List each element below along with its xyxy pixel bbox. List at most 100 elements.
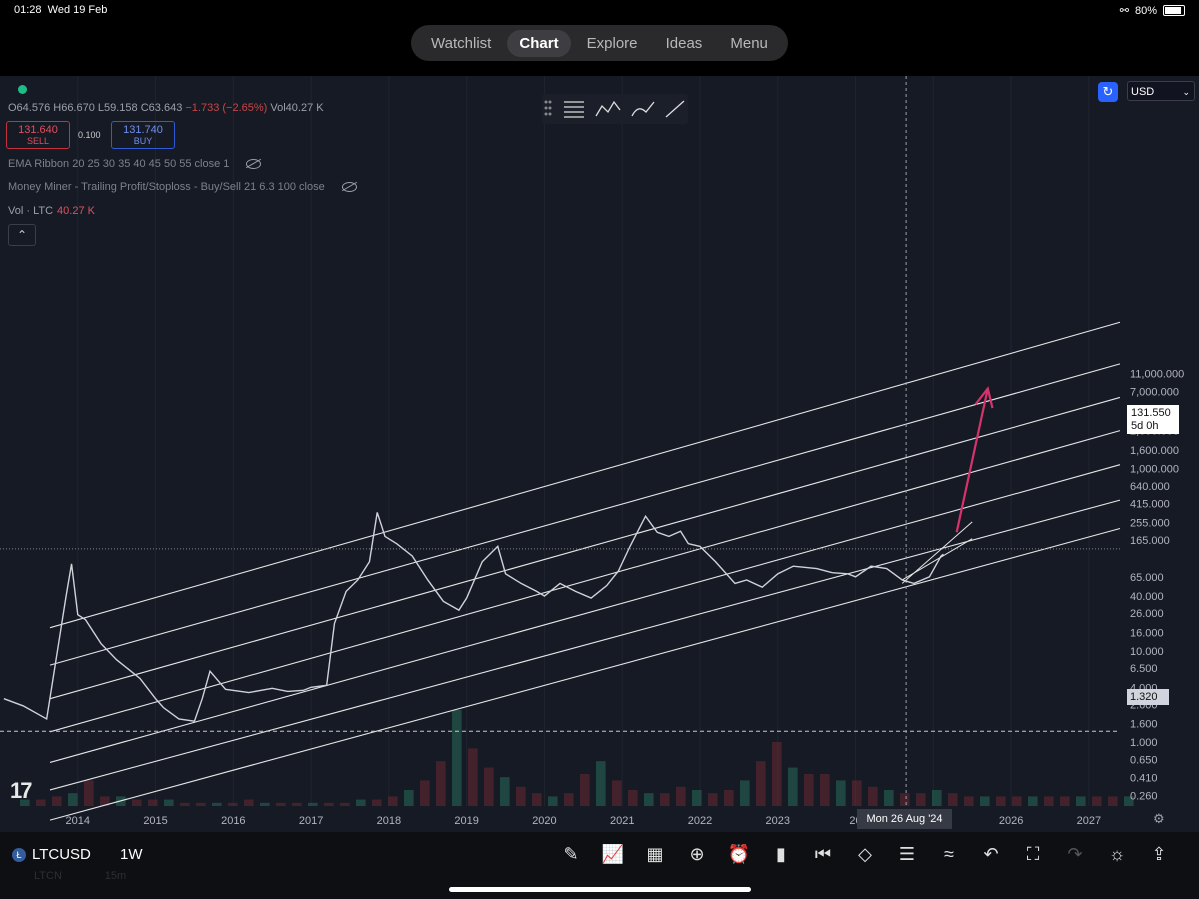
volume-bar [948,793,958,806]
collapse-legend-button[interactable]: ⌃ [8,224,36,246]
volume-bar [884,790,894,806]
chart-icon[interactable]: 📈 [592,841,634,867]
fullscreen-icon[interactable]: ⛶ [1012,841,1054,867]
bottom-toolbar: Ł LTCUSD 1W LTCN 15m ✎ 📈 ▦ ⊕ ⏰ ▮ ⏮ ◇ ☰ ≈… [0,832,1199,899]
drag-handle-icon[interactable] [544,100,552,116]
buy-button[interactable]: 131.740 BUY [111,121,175,149]
symbol-selector[interactable]: Ł LTCUSD [12,846,91,863]
chart-settings-icon[interactable]: ⚙ [1153,811,1165,827]
y-tick-label: 10.000 [1130,646,1164,658]
candles-icon[interactable]: ▮ [760,841,802,867]
bulb-icon[interactable]: ☼ [1096,841,1138,867]
drawing-tools-svg [544,100,685,118]
horizontal-line-label: 1.320 [1127,689,1169,705]
elliott-wave-icon[interactable] [595,100,621,117]
grid-icon[interactable]: ▦ [634,841,676,867]
volume-bar [564,793,574,806]
status-right: ⚯ 80% [1120,4,1185,17]
replay-icon[interactable]: ⏮ [802,841,844,867]
status-time-date: 01:28 Wed 19 Feb [14,4,108,16]
x-tick-label: 2014 [66,815,90,827]
market-status-dot [18,85,27,94]
nav-explore[interactable]: Explore [575,30,650,57]
volume-bar [916,793,926,806]
y-tick-label: 640.000 [1130,481,1170,493]
y-tick-label: 165.000 [1130,535,1170,547]
volume-bar [900,793,910,806]
channel-line [49,321,1121,629]
volume-bar [228,802,238,806]
volume-bar [372,799,382,806]
target-arrow [955,388,989,533]
tool-icons: ✎ 📈 ▦ ⊕ ⏰ ▮ ⏮ ◇ ☰ ≈ ↶ ⛶ ↷ ☼ ⇪ [550,841,1180,867]
y-tick-label: 0.650 [1130,754,1158,766]
volume-bar [356,799,366,806]
y-tick-label: 255.000 [1130,518,1170,530]
bar-countdown: 5d 0h [1131,420,1159,432]
ohlc-readout: O64.576 H66.670 L59.158 C63.643 −1.733 (… [8,102,324,114]
timeframe-selector[interactable]: 1W [120,846,143,863]
currency-select[interactable]: USD ⌄ [1127,81,1195,101]
volume-bar [68,793,78,806]
volume-bar [740,780,750,806]
volume-bar [468,748,478,806]
volume-bar [1012,796,1022,806]
indicator-money-miner[interactable]: Money Miner - Trailing Profit/Stoploss -… [8,181,357,193]
channel-line [49,396,1121,700]
volume-bar [980,796,990,806]
volume-bar [324,802,334,806]
sell-button[interactable]: 131.640 SELL [6,121,70,149]
eye-hidden-icon[interactable] [341,182,357,193]
nav-chart[interactable]: Chart [507,29,571,57]
volume-bar [36,799,46,806]
volume-bar [756,761,766,806]
buy-price: 131.740 [123,124,163,136]
nav-watchlist[interactable]: Watchlist [419,30,503,57]
volume-bar [196,802,206,806]
trend-line-icon[interactable] [665,100,685,118]
nav-ideas[interactable]: Ideas [654,30,715,57]
drawing-toolbar [542,94,688,124]
redo-icon[interactable]: ↷ [1054,841,1096,867]
pencil-icon[interactable]: ✎ [550,841,592,867]
x-tick-label: 2015 [143,815,167,827]
volume-bar [180,802,190,806]
x-tick-label: 2018 [377,815,401,827]
share-icon[interactable]: ⇪ [1138,841,1180,867]
y-tick-label: 1.000 [1130,737,1158,749]
layers-icon[interactable]: ◇ [844,841,886,867]
volume-bar [548,796,558,806]
volume-bar [452,710,462,806]
volume-bar [292,802,302,806]
trend-icon[interactable]: ≈ [928,841,970,867]
eye-hidden-icon[interactable] [246,159,262,170]
x-tick-label: 2021 [610,815,634,827]
tradingview-logo: 17 [10,778,33,803]
chart-area[interactable]: 11,000.0007,000.0004,200.0002,600.0001,6… [0,76,1199,832]
indicator-ema-ribbon[interactable]: EMA Ribbon 20 25 30 35 40 45 50 55 close… [8,158,262,170]
volume-bar [644,793,654,806]
volume-bar [260,802,270,806]
volume-bar [340,802,350,806]
y-tick-label: 65.000 [1130,572,1164,584]
nav-menu[interactable]: Menu [718,30,780,57]
volume-bar [580,774,590,806]
alarm-icon[interactable]: ⏰ [718,841,760,867]
channel-line [49,430,1121,733]
chevron-down-icon: ⌄ [1182,87,1190,97]
volume-bar [676,786,686,806]
plus-icon[interactable]: ⊕ [676,841,718,867]
price-line [3,512,944,722]
volume-bar [420,780,430,806]
undo-icon[interactable]: ↶ [970,841,1012,867]
volume-bar [708,793,718,806]
volume-legend: Vol · LTC 40.27 K [8,205,95,217]
sync-icon[interactable]: ↻ [1098,82,1118,102]
y-tick-label: 1,000.000 [1130,463,1179,475]
last-price-label: 131.550 5d 0h [1127,405,1179,434]
settings-icon[interactable]: ☰ [886,841,928,867]
volume-bar [932,790,942,806]
fib-lines-icon[interactable] [564,101,584,118]
ghost-timeframe: 15m [104,870,127,882]
brush-icon[interactable] [631,101,655,117]
